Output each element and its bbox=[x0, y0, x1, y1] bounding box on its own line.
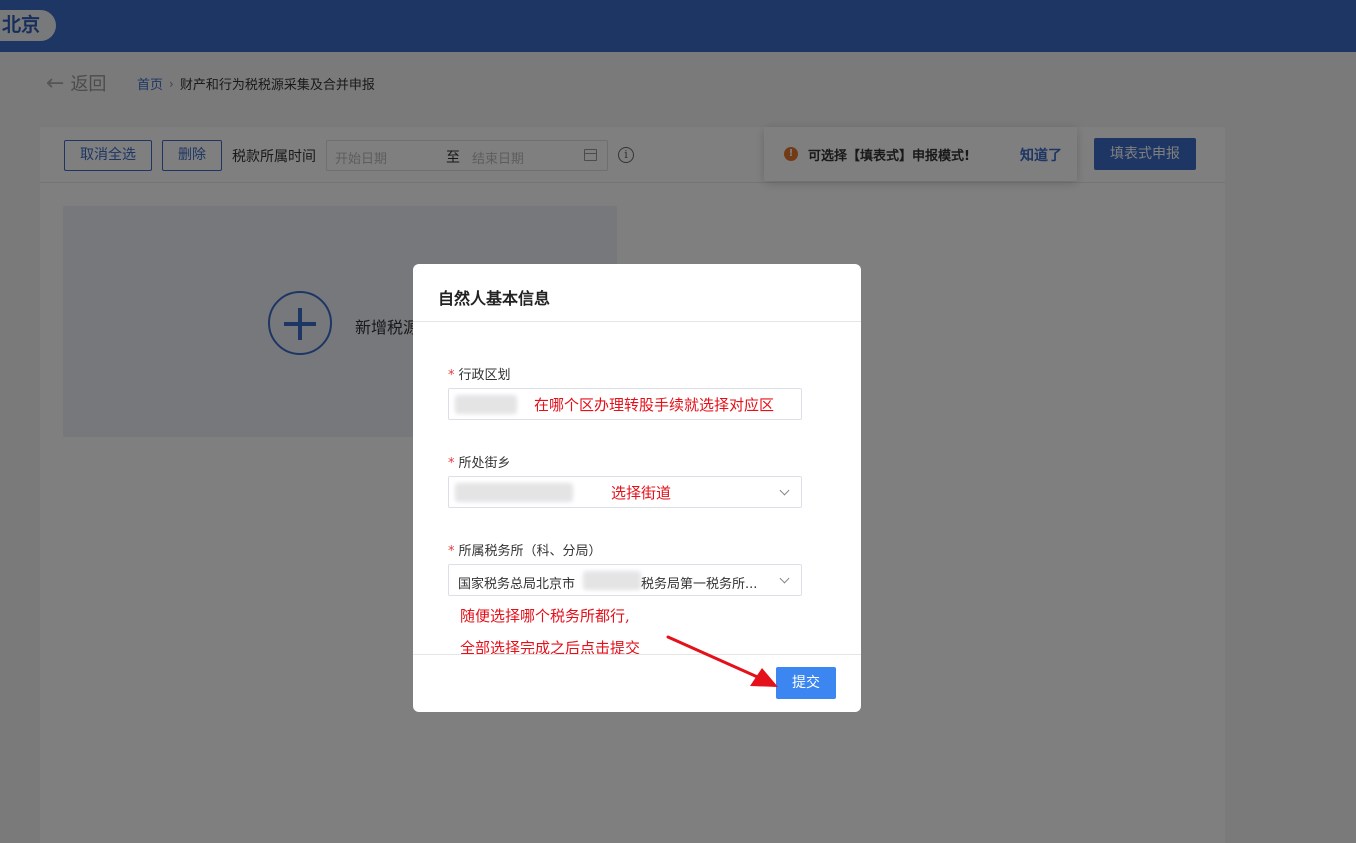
annotation-any-office: 随便选择哪个税务所都行, bbox=[460, 607, 630, 625]
district-input[interactable]: 在哪个区办理转股手续就选择对应区 bbox=[448, 388, 802, 420]
dialog-footer-divider bbox=[413, 654, 861, 655]
chevron-down-icon[interactable] bbox=[779, 573, 790, 584]
dialog-header-divider bbox=[413, 321, 861, 322]
chevron-down-icon[interactable] bbox=[779, 485, 790, 496]
redacted-value bbox=[455, 483, 573, 502]
dialog-title: 自然人基本信息 bbox=[438, 289, 551, 308]
annotation-arrow-icon bbox=[666, 635, 778, 687]
street-select[interactable]: 选择街道 bbox=[448, 476, 802, 508]
arrow-head bbox=[750, 668, 778, 687]
street-label: * 所处街乡 bbox=[448, 456, 511, 471]
annotation-district: 在哪个区办理转股手续就选择对应区 bbox=[534, 396, 775, 414]
tax-office-select[interactable]: 国家税务总局北京市 税务局第一税务所... bbox=[448, 564, 802, 596]
natural-person-info-dialog: 自然人基本信息 * 行政区划 在哪个区办理转股手续就选择对应区 * 所处街乡 选择街… bbox=[413, 264, 861, 712]
annotation-street: 选择街道 bbox=[611, 484, 672, 502]
required-mark: * bbox=[448, 456, 455, 471]
arrow-shaft bbox=[666, 635, 764, 681]
redacted-value bbox=[583, 571, 641, 590]
tax-office-label: * 所属税务所（科、分局） bbox=[448, 544, 602, 559]
required-mark: * bbox=[448, 544, 455, 559]
tax-office-value-suffix: 税务局第一税务所... bbox=[641, 577, 758, 592]
redacted-value bbox=[455, 395, 517, 414]
required-mark: * bbox=[448, 368, 455, 383]
tax-office-value-prefix: 国家税务总局北京市 bbox=[458, 577, 576, 592]
district-label: * 行政区划 bbox=[448, 368, 511, 383]
